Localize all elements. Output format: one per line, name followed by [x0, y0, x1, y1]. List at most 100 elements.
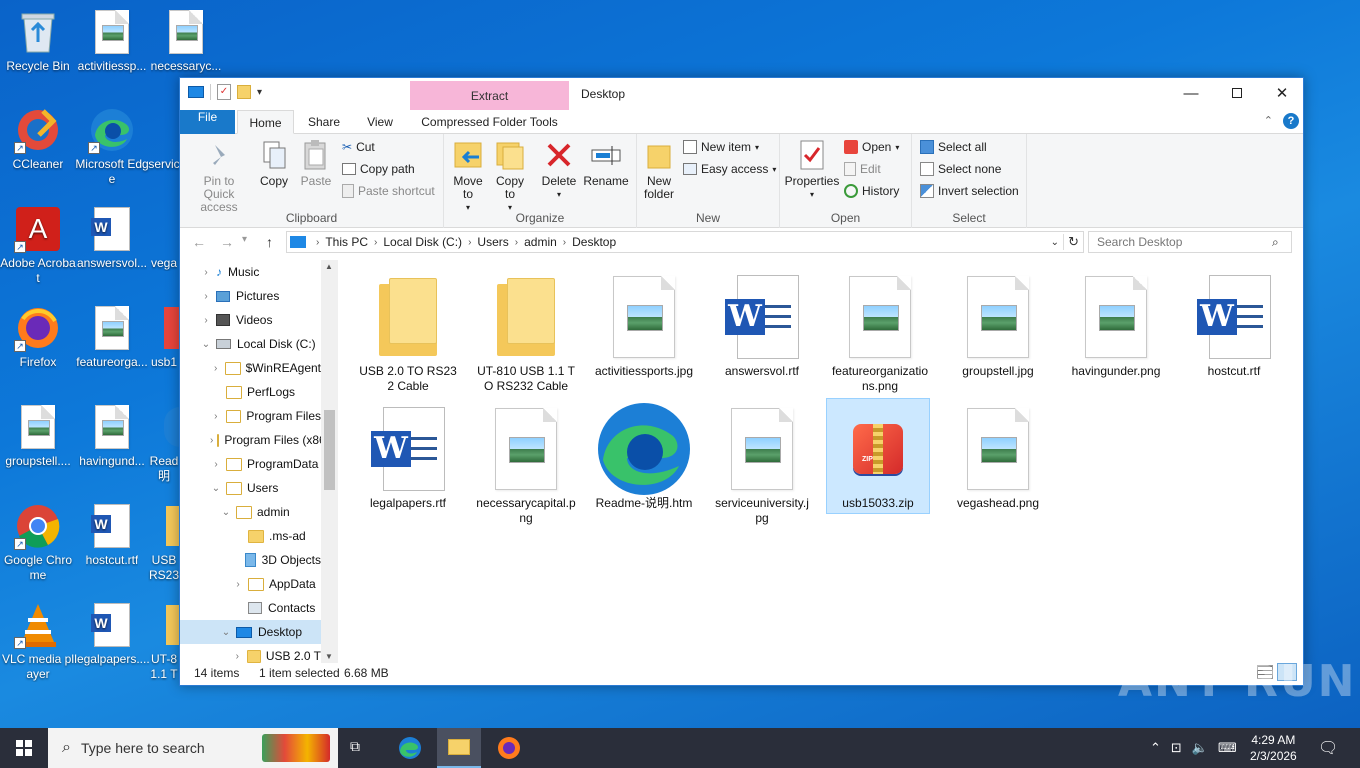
- file-item[interactable]: Readme-说明.htm: [592, 403, 696, 511]
- nav-item-program-files-x86[interactable]: › Program Files (x86): [180, 428, 321, 452]
- refresh-icon[interactable]: ↻: [1063, 234, 1079, 250]
- file-item-selected[interactable]: ZIP usb15033.zip: [826, 398, 930, 514]
- chevron-up-icon[interactable]: ⌃: [1150, 740, 1161, 756]
- nav-item-winreagent[interactable]: › $WinREAgent: [180, 356, 321, 380]
- desktop-icon-usb-rs232[interactable]: USB RS23: [148, 502, 180, 583]
- desktop-icon-ccleaner[interactable]: ↗ CCleaner: [0, 106, 76, 172]
- desktop-icon-google-chrome[interactable]: ↗ Google Chrome: [0, 502, 76, 583]
- breadcrumb-local-disk[interactable]: Local Disk (C:): [383, 235, 462, 249]
- tab-share[interactable]: Share: [296, 110, 352, 134]
- breadcrumb-users[interactable]: Users: [477, 235, 508, 249]
- recent-locations-button[interactable]: ▾: [242, 234, 247, 245]
- desktop-icon-ut810[interactable]: UT-8 1.1 T: [148, 601, 180, 682]
- cut-button[interactable]: ✂ Cut: [342, 140, 375, 154]
- nav-item-local-disk[interactable]: ⌄ Local Disk (C:): [180, 332, 321, 356]
- tab-file[interactable]: File: [180, 110, 235, 134]
- volume-icon[interactable]: 🔈: [1192, 740, 1208, 756]
- file-item[interactable]: serviceuniversity.jpg: [710, 404, 814, 526]
- extract-context-tab[interactable]: Extract: [410, 81, 569, 110]
- nav-item-perflogs[interactable]: PerfLogs: [180, 380, 321, 404]
- scroll-up-icon[interactable]: ▲: [325, 262, 333, 271]
- tab-compressed-folder-tools[interactable]: Compressed Folder Tools: [410, 110, 569, 134]
- file-item[interactable]: Wlegalpapers.rtf: [356, 404, 460, 511]
- file-item[interactable]: USB 2.0 TO RS232 Cable: [356, 272, 460, 394]
- file-item[interactable]: groupstell.jpg: [946, 272, 1050, 379]
- properties-qat-icon[interactable]: ✓: [217, 84, 231, 100]
- breadcrumb-desktop[interactable]: Desktop: [572, 235, 616, 249]
- easy-access-button[interactable]: Easy access ▾: [683, 162, 776, 176]
- rename-button[interactable]: Rename: [583, 138, 629, 188]
- keyboard-icon[interactable]: ⌨: [1218, 740, 1237, 756]
- history-button[interactable]: History: [844, 184, 899, 198]
- customize-qat-icon[interactable]: ▾: [257, 87, 262, 98]
- nav-item-pictures[interactable]: › Pictures: [180, 284, 321, 308]
- address-bar[interactable]: › This PC › Local Disk (C:) › Users › ad…: [286, 231, 1084, 253]
- pin-to-quick-access-button[interactable]: Pin to Quick access: [186, 138, 252, 214]
- desktop-icon-microsoft-edge[interactable]: ↗ Microsoft Edge: [74, 106, 150, 187]
- minimize-button[interactable]: —: [1168, 78, 1214, 108]
- select-all-button[interactable]: Select all: [920, 140, 987, 154]
- nav-item-appdata[interactable]: › AppData: [180, 572, 321, 596]
- file-item[interactable]: Wanswersvol.rtf: [710, 272, 814, 379]
- nav-item-admin[interactable]: ⌄ admin: [180, 500, 321, 524]
- desktop-icon-vlc[interactable]: ↗ VLC media player: [0, 601, 76, 682]
- file-item[interactable]: havingunder.png: [1064, 272, 1168, 379]
- desktop-icon-usb15033[interactable]: usb1: [148, 304, 180, 370]
- taskbar-firefox-icon[interactable]: [497, 736, 521, 763]
- back-button[interactable]: ←: [192, 234, 206, 250]
- desktop-icon-vegashead[interactable]: vega: [148, 205, 180, 271]
- nav-item-contacts[interactable]: Contacts: [180, 596, 321, 620]
- nav-item-videos[interactable]: › Videos: [180, 308, 321, 332]
- nav-item-desktop[interactable]: ⌄ Desktop: [180, 620, 321, 644]
- collapse-ribbon-icon[interactable]: ⌃: [1264, 114, 1273, 127]
- search-input[interactable]: Search Desktop: [1088, 231, 1292, 253]
- paste-shortcut-button[interactable]: Paste shortcut: [342, 184, 435, 198]
- nav-item-users[interactable]: ⌄ Users: [180, 476, 321, 500]
- breadcrumb-admin[interactable]: admin: [524, 235, 557, 249]
- copy-path-button[interactable]: Copy path: [342, 162, 415, 176]
- delete-button[interactable]: Delete ▾: [540, 138, 578, 201]
- desktop-icon-necessarycapital[interactable]: necessaryc...: [148, 8, 224, 74]
- file-item[interactable]: activitiessports.jpg: [592, 272, 696, 379]
- maximize-button[interactable]: [1214, 78, 1260, 108]
- paste-button[interactable]: Paste: [296, 138, 336, 188]
- forward-button[interactable]: →: [220, 234, 234, 250]
- clock[interactable]: 4:29 AM 2/3/2026: [1250, 728, 1297, 768]
- tab-home[interactable]: Home: [237, 110, 294, 134]
- copy-to-button[interactable]: Copy to ▾: [492, 138, 528, 214]
- desktop-icon-adobe-acrobat[interactable]: A ↗ Adobe Acrobat: [0, 205, 76, 286]
- nav-item-3d-objects[interactable]: 3D Objects: [180, 548, 321, 572]
- move-to-button[interactable]: Move to ▾: [450, 138, 486, 214]
- taskbar-explorer-icon[interactable]: [437, 728, 481, 768]
- start-button[interactable]: [0, 728, 48, 768]
- file-item[interactable]: Whostcut.rtf: [1182, 272, 1286, 379]
- help-icon[interactable]: ?: [1283, 113, 1299, 129]
- nav-item-program-files[interactable]: › Program Files: [180, 404, 321, 428]
- taskbar-edge-icon[interactable]: [398, 736, 422, 763]
- network-icon[interactable]: ⊡: [1171, 740, 1182, 756]
- taskbar-search[interactable]: ⌕ Type here to search: [48, 728, 338, 768]
- desktop-icon-firefox[interactable]: ↗ Firefox: [0, 304, 76, 370]
- desktop-icon-readme[interactable]: Read 明: [148, 403, 180, 484]
- tab-view[interactable]: View: [354, 110, 406, 134]
- nav-item-ms-ad[interactable]: .ms-ad: [180, 524, 321, 548]
- new-item-button[interactable]: New item ▾: [683, 140, 759, 154]
- select-none-button[interactable]: Select none: [920, 162, 1001, 176]
- file-item[interactable]: featureorganizations.png: [828, 272, 932, 394]
- close-button[interactable]: ✕: [1259, 78, 1305, 108]
- desktop-icon-featureorganizations[interactable]: featureorga...: [74, 304, 150, 370]
- invert-selection-button[interactable]: Invert selection: [920, 184, 1019, 198]
- copy-button[interactable]: Copy: [256, 138, 292, 188]
- desktop-icon-havingunder[interactable]: havingund...: [74, 403, 150, 469]
- up-button[interactable]: ↑: [266, 234, 273, 250]
- task-view-icon[interactable]: ⧉: [350, 738, 370, 758]
- new-folder-qat-icon[interactable]: [237, 85, 251, 99]
- nav-item-music[interactable]: › ♪ Music: [180, 260, 321, 284]
- desktop-icon-answersvol[interactable]: W answersvol...: [74, 205, 150, 271]
- desktop-icon-legalpapers[interactable]: W legalpapers....: [74, 601, 150, 667]
- desktop-icon-activitiessports[interactable]: activitiessp...: [74, 8, 150, 74]
- properties-button[interactable]: Properties ▾: [784, 138, 840, 201]
- file-item[interactable]: UT-810 USB 1.1 TO RS232 Cable: [474, 272, 578, 394]
- open-button[interactable]: Open ▾: [844, 140, 899, 154]
- breadcrumb-this-pc[interactable]: This PC: [325, 235, 368, 249]
